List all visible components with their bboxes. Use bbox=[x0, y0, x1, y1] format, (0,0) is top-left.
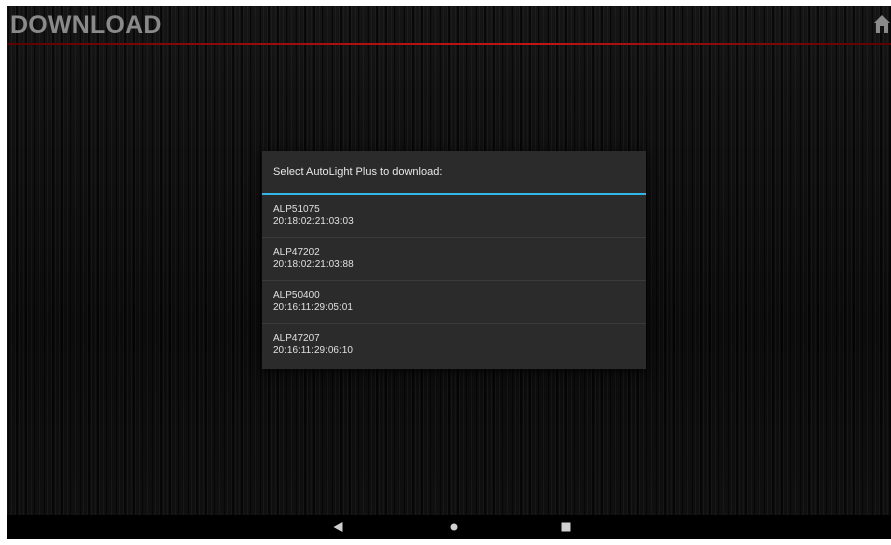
device-name: ALP51075 bbox=[273, 204, 320, 215]
back-triangle-icon[interactable] bbox=[323, 515, 353, 539]
home-icon[interactable] bbox=[873, 14, 891, 34]
system-nav-bar bbox=[7, 515, 891, 539]
device-list-item[interactable]: ALP50400 20:16:11:29:05:01 bbox=[262, 281, 646, 324]
device-list: ALP51075 20:18:02:21:03:03 ALP47202 20:1… bbox=[262, 195, 646, 367]
device-name: ALP50400 bbox=[273, 290, 320, 301]
recents-square-icon[interactable] bbox=[551, 515, 581, 539]
app-screen: DOWNLOAD Select AutoLight Plus to downlo… bbox=[7, 6, 891, 539]
device-list-item[interactable]: ALP51075 20:18:02:21:03:03 bbox=[262, 195, 646, 238]
device-address: 20:16:11:29:06:10 bbox=[273, 345, 353, 356]
device-name: ALP47202 bbox=[273, 247, 320, 258]
page-title: DOWNLOAD bbox=[10, 11, 162, 39]
device-address: 20:16:11:29:05:01 bbox=[273, 302, 353, 313]
device-name: ALP47207 bbox=[273, 333, 320, 344]
device-address: 20:18:02:21:03:03 bbox=[273, 216, 354, 227]
dialog-title: Select AutoLight Plus to download: bbox=[273, 166, 443, 178]
device-list-item[interactable]: ALP47202 20:18:02:21:03:88 bbox=[262, 238, 646, 281]
appbar-divider bbox=[7, 43, 891, 45]
home-circle-icon[interactable] bbox=[439, 515, 469, 539]
device-list-item[interactable]: ALP47207 20:16:11:29:06:10 bbox=[262, 324, 646, 367]
select-device-dialog: Select AutoLight Plus to download: ALP51… bbox=[262, 151, 646, 369]
device-address: 20:18:02:21:03:88 bbox=[273, 259, 354, 270]
app-bar: DOWNLOAD bbox=[7, 6, 891, 43]
